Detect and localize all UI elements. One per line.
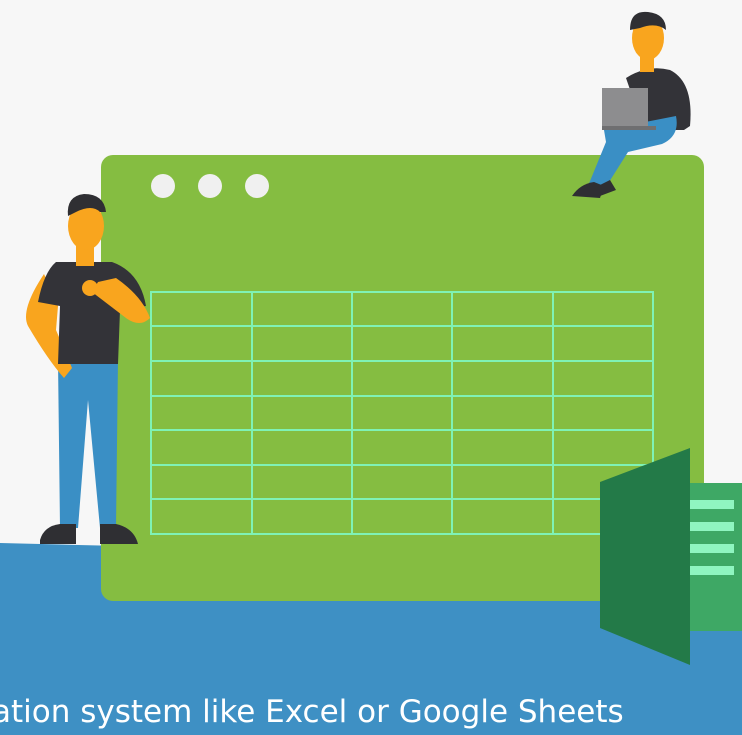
window-dots-icon — [151, 174, 269, 198]
caption-text: ation system like Excel or Google Sheets — [0, 694, 624, 730]
illustration-scene — [0, 0, 742, 735]
laptop-icon — [602, 88, 656, 130]
